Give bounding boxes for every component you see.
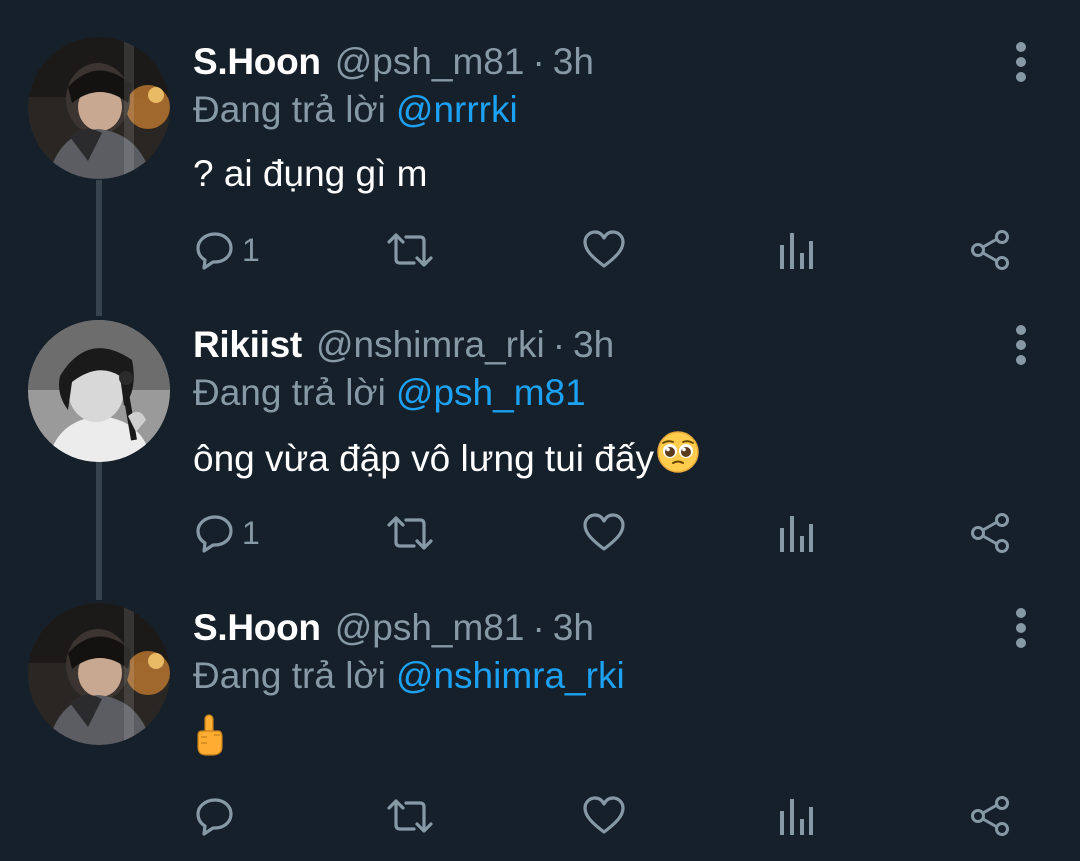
separator-dot: ·	[532, 607, 545, 648]
like-button[interactable]	[582, 228, 626, 272]
share-icon	[971, 230, 1009, 270]
avatar[interactable]	[28, 603, 170, 745]
share-button[interactable]	[970, 511, 1012, 555]
share-button[interactable]	[970, 794, 1012, 838]
tweet-text: ông vừa đập vô lưng tui đấy	[193, 431, 700, 481]
avatar-photo-shoon	[28, 37, 170, 179]
display-name[interactable]: S.Hoon	[193, 41, 321, 82]
separator-dot: ·	[552, 324, 566, 365]
tweet-header: S.Hoon @psh_m81 · 3h	[193, 40, 594, 84]
replying-to: Đang trả lời @nshimra_rki	[193, 654, 625, 698]
user-handle[interactable]: @psh_m81	[335, 607, 525, 648]
replying-to-label: Đang trả lời	[193, 89, 386, 130]
tweet[interactable]: Rikiist @nshimra_rki · 3h Đang trả lời @psh_…	[0, 283, 1080, 566]
retweet-button[interactable]	[386, 794, 434, 838]
display-name[interactable]: Rikiist	[193, 324, 302, 365]
tweet-timestamp[interactable]: 3h	[573, 324, 614, 365]
tweet[interactable]: S.Hoon @psh_m81 · 3h Đang trả lời @nshimra_r…	[0, 566, 1080, 849]
replying-to: Đang trả lời @nrrrki	[193, 88, 518, 132]
pleading-face-emoji	[656, 430, 700, 486]
tweet-actions	[0, 794, 1080, 838]
share-icon	[971, 513, 1009, 553]
reply-button[interactable]: 1	[194, 511, 260, 555]
separator-dot: ·	[532, 41, 545, 82]
analytics-button[interactable]	[778, 228, 816, 272]
avatar-photo-rikiist	[28, 320, 170, 462]
tweet-actions: 1	[0, 511, 1080, 555]
reply-icon	[196, 798, 233, 836]
avatar[interactable]	[28, 37, 170, 179]
more-options-icon[interactable]	[1010, 608, 1034, 648]
reply-icon	[196, 232, 233, 270]
replying-to-handle[interactable]: @nshimra_rki	[396, 655, 625, 696]
analytics-icon	[780, 516, 813, 552]
tweet-actions: 1	[0, 228, 1080, 272]
reply-icon	[196, 515, 233, 553]
like-icon	[583, 513, 625, 551]
retweet-icon	[387, 799, 433, 833]
retweet-icon	[387, 516, 433, 550]
analytics-icon	[780, 799, 813, 835]
more-options-icon[interactable]	[1010, 42, 1034, 82]
reply-button[interactable]: 1	[194, 228, 260, 272]
user-handle[interactable]: @psh_m81	[335, 41, 525, 82]
analytics-button[interactable]	[778, 511, 816, 555]
reply-count: 1	[242, 232, 260, 268]
replying-to: Đang trả lời @psh_m81	[193, 371, 586, 415]
analytics-button[interactable]	[778, 794, 816, 838]
retweet-button[interactable]	[386, 511, 434, 555]
middle-finger-emoji	[193, 713, 227, 769]
replying-to-label: Đang trả lời	[193, 655, 386, 696]
tweet[interactable]: S.Hoon @psh_m81 · 3h Đang trả lời @nrrrki ? …	[0, 0, 1080, 283]
tweet-text: ? ai đụng gì m	[193, 153, 428, 194]
avatar-photo-shoon	[28, 603, 170, 745]
like-button[interactable]	[582, 794, 626, 838]
like-button[interactable]	[582, 511, 626, 555]
avatar[interactable]	[28, 320, 170, 462]
share-icon	[971, 796, 1009, 836]
analytics-icon	[780, 233, 813, 269]
retweet-button[interactable]	[386, 228, 434, 272]
like-icon	[583, 230, 625, 268]
tweet-header: Rikiist @nshimra_rki · 3h	[193, 323, 614, 367]
tweet-header: S.Hoon @psh_m81 · 3h	[193, 606, 594, 650]
tweet-text-content: ông vừa đập vô lưng tui đấy	[193, 437, 654, 479]
replying-to-handle[interactable]: @nrrrki	[396, 89, 518, 130]
like-icon	[583, 796, 625, 834]
conversation-thread: S.Hoon @psh_m81 · 3h Đang trả lời @nrrrki ? …	[0, 0, 1080, 861]
share-button[interactable]	[970, 228, 1012, 272]
more-options-icon[interactable]	[1010, 325, 1034, 365]
reply-count: 1	[242, 515, 260, 551]
replying-to-label: Đang trả lời	[193, 372, 386, 413]
reply-button[interactable]	[194, 794, 242, 838]
replying-to-handle[interactable]: @psh_m81	[396, 372, 586, 413]
retweet-icon	[387, 233, 433, 267]
user-handle[interactable]: @nshimra_rki	[316, 324, 545, 365]
tweet-text	[193, 714, 227, 764]
display-name[interactable]: S.Hoon	[193, 607, 321, 648]
tweet-timestamp[interactable]: 3h	[553, 607, 594, 648]
tweet-timestamp[interactable]: 3h	[553, 41, 594, 82]
